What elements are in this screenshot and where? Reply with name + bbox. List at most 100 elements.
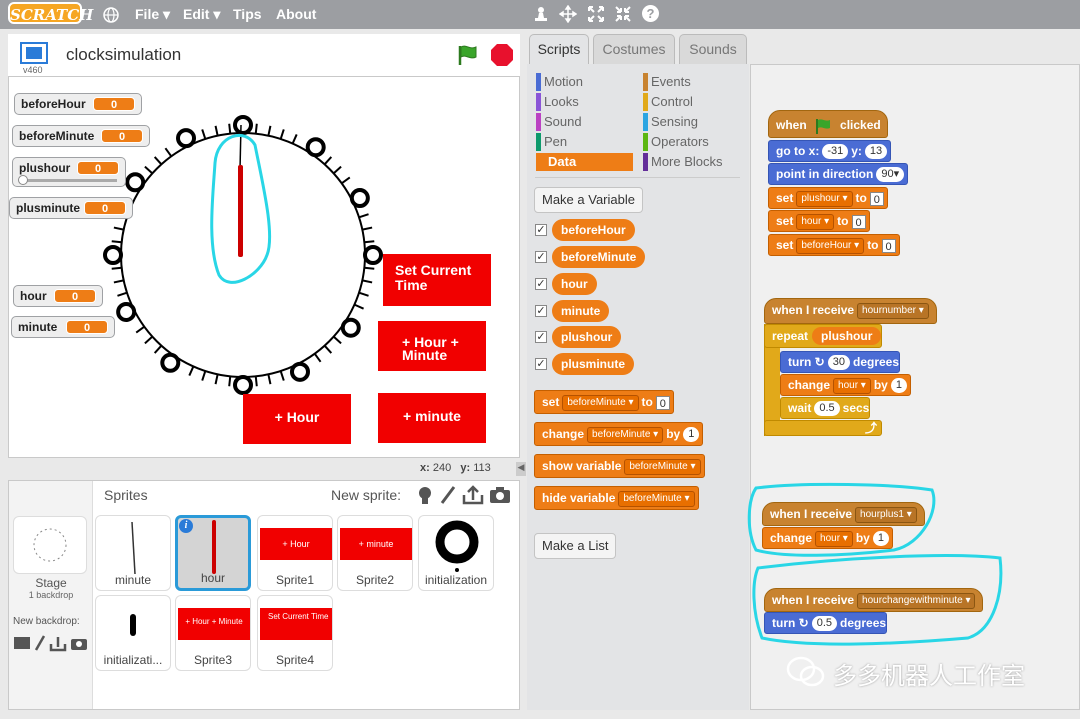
- plus-hour-button[interactable]: + Hour: [243, 394, 351, 444]
- sprite-hour-selected[interactable]: i hour: [175, 515, 251, 591]
- palette-hide-variable-block[interactable]: hide variable beforeMinute ▾: [534, 486, 699, 510]
- set-plushour-block[interactable]: set plushour ▾ to 0: [768, 187, 888, 209]
- reporter-beforeminute[interactable]: beforeMinute: [552, 246, 646, 268]
- sprite-sprite3[interactable]: + Hour + Minute Sprite3: [175, 595, 251, 671]
- plushour-slider-track[interactable]: [19, 179, 117, 182]
- language-globe-icon[interactable]: [102, 6, 120, 24]
- sprite-minute[interactable]: minute: [95, 515, 171, 591]
- highlight-annotation: [747, 482, 936, 557]
- green-flag-icon: [816, 118, 831, 134]
- mouse-coordinates: x: 240 y: 113: [420, 462, 491, 474]
- checkbox-beforeminute[interactable]: ✓: [535, 251, 547, 263]
- grow-icon[interactable]: [587, 5, 605, 23]
- checkbox-plusminute[interactable]: ✓: [535, 358, 547, 370]
- set-beforehour-block[interactable]: set beforeHour ▾ to 0: [768, 234, 900, 256]
- highlight-annotation: [210, 133, 272, 284]
- duplicate-stamp-icon[interactable]: [532, 5, 550, 23]
- sprite-initialization2[interactable]: initializati...: [95, 595, 171, 671]
- plushour-slider-knob[interactable]: [18, 175, 28, 185]
- menu-edit[interactable]: Edit ▾: [183, 6, 220, 23]
- monitor-beforehour[interactable]: beforeHour 0: [14, 93, 142, 115]
- menu-about[interactable]: About: [276, 6, 316, 22]
- goto-xy-block[interactable]: go to x: -31 y: 13: [768, 140, 892, 162]
- sprite-sprite2[interactable]: + minute Sprite2: [337, 515, 413, 591]
- turn-30-block[interactable]: turn ↻ 30 degrees: [780, 351, 901, 373]
- collapse-arrow-icon[interactable]: ◀: [516, 462, 526, 476]
- monitor-beforeminute[interactable]: beforeMinute 0: [12, 125, 150, 147]
- repeat-block[interactable]: repeat plushour: [764, 324, 882, 348]
- sprite-sprite4[interactable]: Set Current Time Sprite4: [257, 595, 333, 671]
- stage-canvas[interactable]: beforeHour 0 beforeMinute 0 plushour 0 plus…: [8, 76, 520, 458]
- new-backdrop-label: New backdrop:: [13, 616, 80, 627]
- stop-sign-icon[interactable]: [490, 43, 514, 67]
- category-sound[interactable]: Sound: [536, 113, 636, 131]
- palette-change-block[interactable]: change beforeMinute ▾ by 1: [534, 422, 704, 446]
- monitor-plusminute[interactable]: plusminute 0: [9, 197, 133, 219]
- plus-minute-button[interactable]: + minute: [378, 393, 486, 443]
- svg-text:?: ?: [647, 6, 655, 21]
- change-hour-block[interactable]: change hour ▾ by 1: [780, 374, 911, 396]
- category-sensing[interactable]: Sensing: [643, 113, 743, 131]
- wait-block[interactable]: wait 0.5 secs: [780, 397, 871, 419]
- version-label: v460: [23, 65, 43, 75]
- when-receive-hournumber-hat[interactable]: when I receive hournumber ▾: [764, 298, 937, 324]
- delete-scissors-icon[interactable]: [559, 5, 577, 23]
- category-data[interactable]: Data: [536, 153, 633, 171]
- reporter-beforehour[interactable]: beforeHour: [552, 219, 635, 241]
- tab-sounds[interactable]: Sounds: [679, 34, 747, 64]
- divider: [535, 177, 740, 178]
- monitor-plushour[interactable]: plushour 0: [12, 157, 126, 187]
- category-looks[interactable]: Looks: [536, 93, 636, 111]
- set-current-time-button[interactable]: Set Current Time: [383, 254, 491, 306]
- info-icon[interactable]: i: [179, 519, 193, 533]
- palette-set-block[interactable]: set beforeMinute ▾ to 0: [534, 390, 674, 414]
- reporter-hour[interactable]: hour: [552, 273, 597, 295]
- stage-thumbnail[interactable]: [13, 516, 87, 574]
- category-pen[interactable]: Pen: [536, 133, 636, 151]
- upload-sprite-icon[interactable]: [462, 485, 484, 505]
- sprite-sprite1[interactable]: + Hour Sprite1: [257, 515, 333, 591]
- category-operators[interactable]: Operators: [643, 133, 743, 151]
- reporter-plusminute[interactable]: plusminute: [552, 353, 635, 375]
- sprite-pane: Sprites New sprite: Stage 1 backdrop New…: [8, 480, 520, 710]
- menu-tips[interactable]: Tips: [233, 6, 262, 22]
- project-title[interactable]: clocksimulation: [66, 45, 181, 65]
- hour-minute-button[interactable]: + Hour + Minute: [378, 321, 486, 371]
- scratch-logo[interactable]: SCRATCH: [8, 2, 93, 24]
- point-direction-block[interactable]: point in direction 90▾: [768, 163, 909, 185]
- help-icon[interactable]: ?: [641, 4, 660, 23]
- category-events[interactable]: Events: [643, 73, 743, 91]
- checkbox-plushour[interactable]: ✓: [535, 331, 547, 343]
- tab-scripts[interactable]: Scripts: [529, 34, 589, 64]
- shrink-icon[interactable]: [614, 5, 632, 23]
- when-flag-clicked-hat[interactable]: when clicked: [768, 110, 888, 138]
- make-variable-button[interactable]: Make a Variable: [534, 187, 643, 213]
- monitor-minute[interactable]: minute 0: [11, 316, 115, 338]
- tab-costumes[interactable]: Costumes: [593, 34, 675, 64]
- menu-file[interactable]: File ▾: [135, 6, 170, 23]
- category-control[interactable]: Control: [643, 93, 743, 111]
- paint-new-sprite-icon[interactable]: [439, 485, 457, 505]
- category-more-blocks[interactable]: More Blocks: [643, 153, 743, 171]
- new-sprite-label: New sprite:: [331, 487, 402, 503]
- checkbox-minute[interactable]: ✓: [535, 305, 547, 317]
- reporter-plushour[interactable]: plushour: [552, 326, 622, 348]
- highlight-annotation: [752, 554, 1003, 646]
- choose-sprite-from-library-icon[interactable]: [415, 485, 435, 505]
- set-hour-block[interactable]: set hour ▾ to 0: [768, 210, 870, 232]
- checkbox-beforehour[interactable]: ✓: [535, 224, 547, 236]
- camera-sprite-icon[interactable]: [489, 486, 511, 504]
- checkbox-hour[interactable]: ✓: [535, 278, 547, 290]
- sprite-initialization[interactable]: initialization: [418, 515, 494, 591]
- monitor-hour[interactable]: hour 0: [13, 285, 103, 307]
- green-flag-icon[interactable]: [456, 43, 480, 67]
- reporter-minute[interactable]: minute: [552, 300, 610, 322]
- make-list-button[interactable]: Make a List: [534, 533, 617, 559]
- repeat-end: ⤴: [764, 420, 882, 436]
- turn-clockwise-icon: ↻: [814, 355, 825, 369]
- wechat-watermark-icon: [786, 656, 825, 687]
- presentation-mode-icon[interactable]: [20, 42, 48, 64]
- category-motion[interactable]: Motion: [536, 73, 636, 91]
- palette-show-variable-block[interactable]: show variable beforeMinute ▾: [534, 454, 705, 478]
- new-backdrop-tools: [14, 635, 87, 652]
